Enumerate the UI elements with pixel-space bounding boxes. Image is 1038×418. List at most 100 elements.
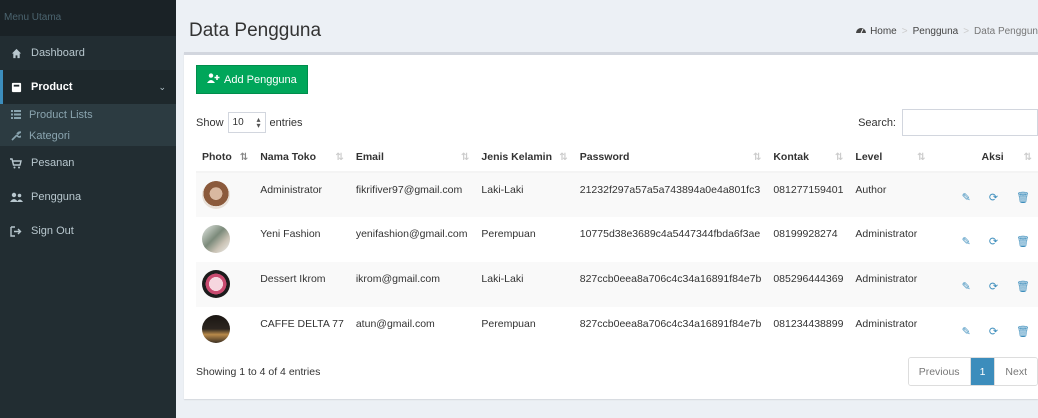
sidebar-subitem-label: Product Lists [29,108,93,121]
cell-level: Administrator [855,228,918,240]
trash-icon[interactable]: 🗑 [1016,325,1030,338]
cell-nama-toko: Administrator [254,172,350,217]
breadcrumb: Home > Pengguna > Data Penggun [856,25,1038,37]
sidebar-item-label: Sign Out [31,225,74,237]
column-nama-toko[interactable]: Nama Toko ⇅ [254,143,350,173]
sort-icon: ⇅ [335,152,344,163]
home-icon [9,46,23,60]
entries-select[interactable]: 10 ▴ ▾ [227,112,266,133]
column-password[interactable]: Password ⇅ [573,143,768,173]
sidebar-subitem-kategori[interactable]: Kategori [0,125,176,146]
sort-icon: ⇅ [559,152,568,163]
cell-kontak: 081234438899 [773,318,844,330]
entries-select-value: 10 [232,117,244,128]
sidebar-item-pesanan[interactable]: Pesanan [0,146,176,180]
breadcrumb-home[interactable]: Home [870,26,897,37]
cell-level: Author [849,172,932,217]
previous-button[interactable]: Previous [908,358,970,385]
column-label: Nama Toko [260,151,317,163]
edit-icon[interactable]: ✎ [962,191,971,204]
sort-icon: ⇅ [1023,152,1032,163]
show-label: Show [196,116,224,129]
edit-icon[interactable]: ✎ [962,235,971,248]
cell-level: Administrator [849,262,932,307]
users-icon [9,190,23,204]
add-pengguna-button[interactable]: Add Pengguna [196,65,308,94]
trash-icon[interactable]: 🗑 [1016,280,1030,293]
table-row: CAFFE DELTA 77 atun@gmail.com Perempuan … [196,307,1038,352]
column-jenis-kelamin[interactable]: Jenis Kelamin ⇅ [475,143,574,173]
edit-icon[interactable]: ✎ [962,325,971,338]
edit-icon[interactable]: ✎ [962,280,971,293]
sidebar-item-label: Pengguna [31,191,82,203]
column-photo[interactable]: Photo ⇅ [196,143,255,173]
pagination: Previous 1 Next [907,357,1038,386]
sidebar-item-sign-out[interactable]: Sign Out [0,214,176,248]
sidebar-item-label: Dashboard [31,47,85,59]
cell-jenis-kelamin: Laki-Laki [475,262,574,307]
column-level[interactable]: Level ⇅ [849,143,932,173]
sidebar: Menu Utama Dashboard Product ⌄ Product L… [0,0,176,418]
cell-nama-toko: Dessert Ikrom [254,262,350,307]
column-kontak[interactable]: Kontak ⇅ [767,143,850,173]
content-header: Data Pengguna Home > Pengguna > Data Pen… [176,0,1038,52]
breadcrumb-separator: > [963,25,970,37]
avatar [202,270,230,298]
product-icon [9,80,23,94]
column-label: Email [355,151,384,163]
row-actions: ✎ ⟳ 🗑 [938,228,1032,248]
sidebar-item-pengguna[interactable]: Pengguna [0,180,176,214]
cell-nama-toko: CAFFE DELTA 77 [260,318,344,330]
dashboard-icon [856,25,867,37]
column-aksi[interactable]: Aksi ⇅ [931,143,1038,173]
breadcrumb-separator: > [901,25,908,37]
sidebar-item-dashboard[interactable]: Dashboard [0,36,176,70]
trash-icon[interactable]: 🗑 [1016,191,1030,204]
sidebar-subitem-product-lists[interactable]: Product Lists [0,104,176,125]
cart-icon [9,156,23,170]
row-actions: ✎ ⟳ 🗑 [938,273,1032,293]
column-label: Photo [202,151,232,163]
sort-icon: ⇅ [835,152,844,163]
trash-icon[interactable]: 🗑 [1016,235,1030,248]
page-title: Data Pengguna [189,20,322,41]
reset-icon[interactable]: ⟳ [989,280,998,293]
avatar [202,181,230,209]
reset-icon[interactable]: ⟳ [989,325,998,338]
cell-jenis-kelamin: Perempuan [481,318,536,330]
sort-asc-icon: ⇅ [239,152,249,163]
sidebar-item-product[interactable]: Product ⌄ [0,70,176,104]
sidebar-subitem-label: Kategori [29,129,70,142]
table-row: Dessert Ikrom ikrom@gmail.com Laki-Laki … [196,262,1038,307]
avatar [202,225,230,253]
reset-icon[interactable]: ⟳ [989,191,998,204]
row-actions: ✎ ⟳ 🗑 [938,184,1032,204]
cell-email: fikrifiver97@gmail.com [349,172,476,217]
users-table: Photo ⇅ Nama Toko ⇅ Email ⇅ Jenis Kelamin ⇅ … [196,143,1038,352]
reset-icon[interactable]: ⟳ [989,235,998,248]
sort-icon: ⇅ [461,152,470,163]
page-1-button[interactable]: 1 [969,358,995,385]
cell-jenis-kelamin: Perempuan [481,228,536,240]
entries-label: entries [269,116,303,129]
next-button[interactable]: Next [994,358,1037,385]
column-label: Aksi [981,151,1004,163]
sidebar-item-label: Product [31,81,73,93]
wrench-icon [9,130,23,141]
avatar [202,315,230,343]
breadcrumb-pengguna[interactable]: Pengguna [913,26,959,37]
table-info: Showing 1 to 4 of 4 entries [196,366,321,378]
column-email[interactable]: Email ⇅ [349,143,476,173]
select-arrows-icon: ▴ ▾ [256,114,261,130]
table-header-row: Photo ⇅ Nama Toko ⇅ Email ⇅ Jenis Kelamin ⇅ … [196,143,1038,173]
sort-icon: ⇅ [752,152,762,163]
sidebar-header: Menu Utama [0,0,176,36]
cell-password: 827ccb0eea8a706c4c34a16891f84e7b [573,262,768,307]
cell-kontak: 085296444369 [767,262,850,307]
list-icon [9,110,23,119]
cell-jenis-kelamin: Laki-Laki [475,172,574,217]
cell-password: 827ccb0eea8a706c4c34a16891f84e7b [579,318,762,330]
entries-length-control: Show 10 ▴ ▾ entries [196,112,303,133]
search-input[interactable] [902,109,1038,136]
search-label: Search: [858,116,896,129]
